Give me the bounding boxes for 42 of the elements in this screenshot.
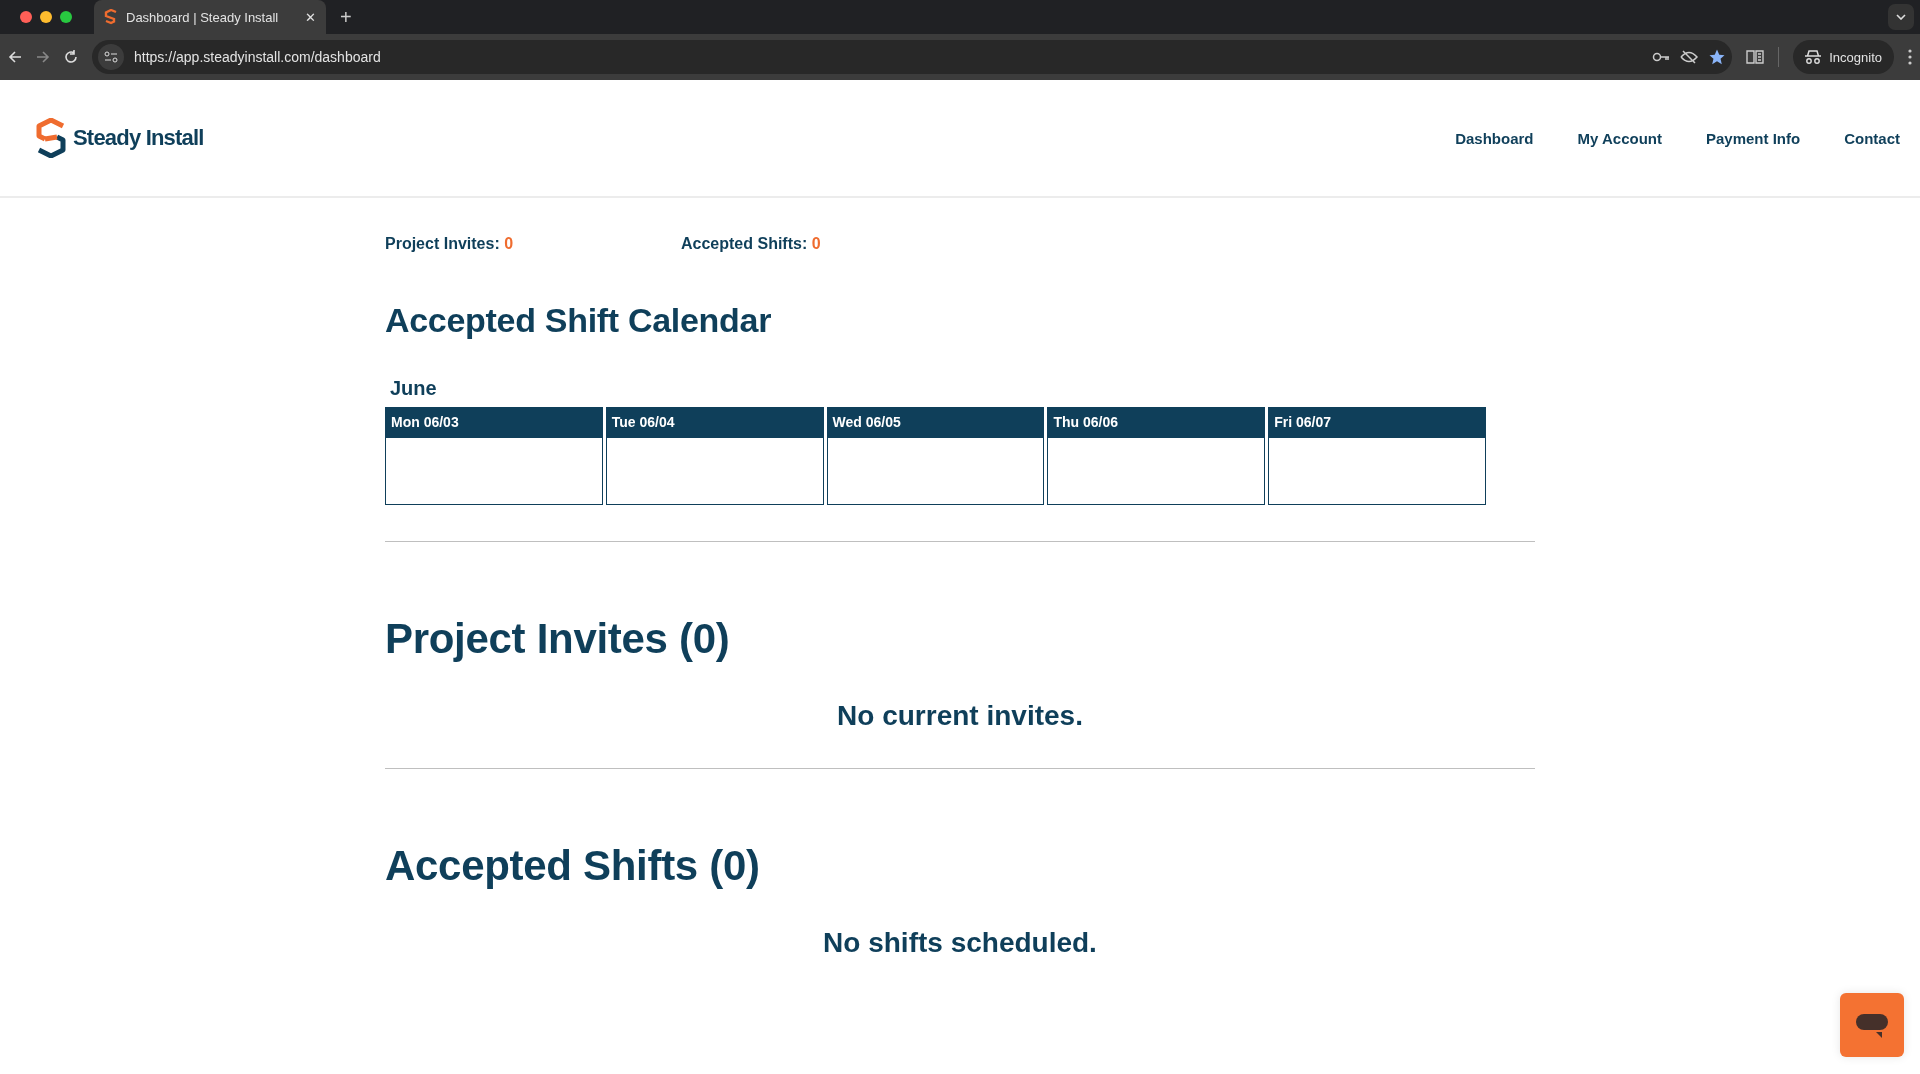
- empty-message: No shifts scheduled.: [822, 927, 1098, 959]
- nav-link[interactable]: Dashboard: [1455, 129, 1534, 147]
- calendar-day-cell: Mon 06/03: [385, 407, 603, 505]
- key-icon[interactable]: [1652, 52, 1671, 62]
- nav-link[interactable]: My Account: [1577, 129, 1662, 147]
- empty-message: No current invites.: [836, 700, 1084, 732]
- section-heading: Project Invites (0): [385, 615, 731, 663]
- favicon-icon: [104, 9, 118, 25]
- nav-link[interactable]: Payment Info: [1705, 129, 1801, 147]
- chat-bubble-icon: [1856, 1012, 1888, 1038]
- calendar-day-cell: Wed 06/05: [826, 407, 1045, 505]
- month-label: June: [390, 377, 438, 400]
- profile-button[interactable]: Incognito: [1793, 40, 1894, 74]
- calendar-day-cell: Tue 06/04: [605, 407, 824, 505]
- address-bar[interactable]: https://app.steadyinstall.com/dashboard: [92, 40, 1733, 74]
- chevron-down-icon: [1896, 14, 1906, 20]
- tab-list-button[interactable]: [1888, 4, 1914, 30]
- calendar-day-cell: Fri 06/07: [1268, 407, 1486, 505]
- logo-text[interactable]: Steady Install: [73, 125, 204, 151]
- stat-label: Project Invites: 0: [385, 235, 515, 253]
- section-heading: Accepted Shift Calendar: [385, 301, 773, 340]
- minimize-window-icon[interactable]: [40, 11, 52, 23]
- reading-mode-icon[interactable]: [1746, 50, 1765, 64]
- logo-icon: [35, 118, 67, 158]
- new-tab-icon[interactable]: +: [340, 5, 352, 29]
- close-tab-icon[interactable]: ✕: [305, 9, 316, 25]
- zoom-window-icon[interactable]: [60, 11, 72, 23]
- reload-icon[interactable]: [64, 50, 78, 64]
- incognito-icon: [1805, 50, 1822, 64]
- section-heading: Accepted Shifts (0): [385, 842, 761, 890]
- stat-label: Accepted Shifts: 0: [681, 235, 822, 253]
- eye-slash-icon[interactable]: [1680, 50, 1699, 64]
- site-settings-icon[interactable]: [104, 51, 118, 63]
- menu-icon[interactable]: [1908, 49, 1912, 65]
- back-icon[interactable]: [8, 50, 22, 64]
- calendar-day-cell: Thu 06/06: [1047, 407, 1266, 505]
- nav-link[interactable]: Contact: [1844, 129, 1900, 147]
- chat-button[interactable]: [1840, 993, 1904, 1057]
- forward-icon[interactable]: [36, 50, 50, 64]
- browser-tab[interactable]: Dashboard | Steady Install ✕: [94, 0, 326, 34]
- close-window-icon[interactable]: [20, 11, 32, 23]
- star-filled-icon[interactable]: [1708, 48, 1727, 66]
